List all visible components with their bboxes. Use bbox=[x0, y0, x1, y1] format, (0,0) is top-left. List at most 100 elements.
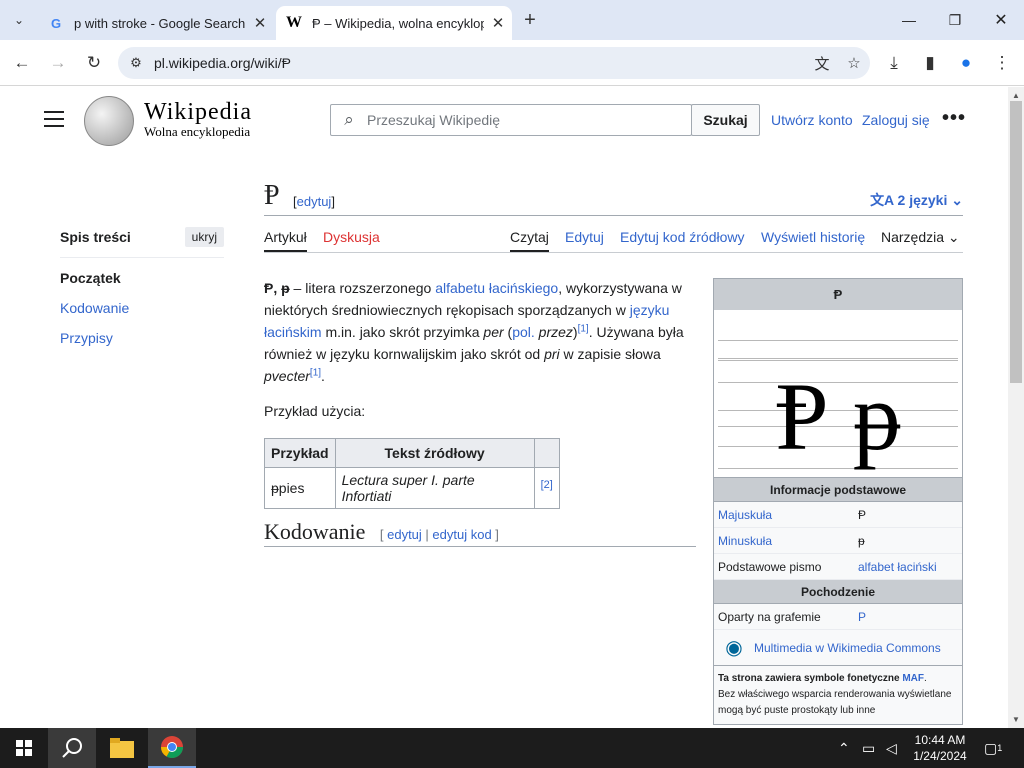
section-edit: [ edytuj | edytuj kod ] bbox=[380, 527, 499, 542]
tab-read[interactable]: Czytaj bbox=[510, 229, 549, 252]
lowercase-link[interactable]: Minuskuła bbox=[718, 534, 772, 548]
menu-button[interactable]: ⋮ bbox=[988, 49, 1016, 77]
usage-label: Przykład użycia: bbox=[264, 403, 366, 419]
downloads-button[interactable]: ⤓ bbox=[880, 49, 908, 77]
search-button[interactable]: Szukaj bbox=[691, 104, 760, 136]
scroll-up-icon[interactable]: ▲ bbox=[1008, 91, 1024, 100]
clock-time: 10:44 AM bbox=[914, 733, 966, 747]
search-input[interactable]: ⌕ Przeszukaj Wikipedię bbox=[330, 104, 692, 136]
tab-discussion[interactable]: Dyskusja bbox=[323, 229, 380, 245]
scroll-thumb[interactable] bbox=[1010, 101, 1022, 383]
ipa-link[interactable]: MAF bbox=[902, 673, 924, 684]
close-tab-icon[interactable]: ✕ bbox=[484, 14, 512, 32]
scroll-down-icon[interactable]: ▼ bbox=[1008, 715, 1024, 724]
more-options-icon[interactable]: ••• bbox=[942, 107, 966, 130]
intro-text: m.in. jako skrót przyimka bbox=[321, 324, 484, 340]
back-button[interactable]: ← bbox=[8, 49, 36, 77]
side-panel-icon: ▮ bbox=[925, 53, 935, 72]
tab-history[interactable]: Wyświetl historię bbox=[761, 229, 865, 245]
back-arrow-icon: ← bbox=[13, 53, 31, 72]
uppercase-link[interactable]: Majuskuła bbox=[718, 508, 772, 522]
start-button[interactable] bbox=[0, 728, 48, 768]
bookmark-star-icon[interactable]: ☆ bbox=[838, 54, 870, 72]
create-account-link[interactable]: Utwórz konto bbox=[771, 112, 853, 128]
commons-link[interactable]: Multimedia w Wikimedia Commons bbox=[754, 641, 941, 655]
intro-paragraph: Ᵽ, ᵽ – litera rozszerzonego alfabetu łac… bbox=[264, 277, 698, 387]
file-explorer-button[interactable] bbox=[98, 728, 146, 768]
reference-1-link[interactable]: [1] bbox=[578, 323, 589, 334]
maximize-button[interactable]: ❐ bbox=[932, 0, 978, 40]
close-tab-icon[interactable]: ✕ bbox=[246, 14, 274, 32]
google-icon: G bbox=[50, 15, 62, 31]
tab-google-search[interactable]: G p with stroke - Google Search ✕ bbox=[38, 6, 274, 40]
site-info-icon[interactable]: ⚙ bbox=[118, 55, 154, 71]
minimize-button[interactable]: — bbox=[886, 0, 932, 40]
language-count: 2 języki bbox=[897, 192, 948, 208]
chrome-icon bbox=[161, 736, 183, 758]
tab-tools[interactable]: Narzędzia ⌄ bbox=[881, 229, 960, 246]
network-icon[interactable]: ▭ bbox=[862, 728, 875, 768]
tab-wikipedia[interactable]: W Ᵽ – Wikipedia, wolna encyklopedia ✕ bbox=[276, 6, 512, 40]
infobox-title: Ᵽ bbox=[714, 279, 962, 310]
taskbar-search-button[interactable] bbox=[48, 728, 96, 768]
tab-search-button[interactable]: ⌄ bbox=[6, 8, 32, 32]
language-button[interactable]: 文A 2 języki ⌄ bbox=[870, 190, 963, 210]
forward-button[interactable]: → bbox=[44, 49, 72, 77]
volume-icon[interactable]: ◁ bbox=[886, 728, 897, 768]
section-edit-link[interactable]: edytuj bbox=[387, 527, 422, 542]
tab-edit[interactable]: Edytuj bbox=[565, 229, 604, 245]
address-url[interactable]: pl.wikipedia.org/wiki/Ᵽ bbox=[154, 55, 806, 71]
toc-hide-button[interactable]: ukryj bbox=[184, 227, 224, 247]
article-heading: Ᵽ [edytuj] 文A 2 języki ⌄ bbox=[264, 180, 963, 216]
search-icon bbox=[62, 738, 82, 758]
commons-row: ◉ Multimedia w Wikimedia Commons bbox=[714, 630, 962, 666]
infobox-value: Ᵽ bbox=[858, 507, 867, 522]
chevron-down-icon: ⌄ bbox=[13, 13, 25, 27]
new-tab-button[interactable]: + bbox=[518, 9, 542, 33]
notifications-button[interactable]: ▢ 1 bbox=[984, 728, 1002, 768]
kebab-menu-icon: ⋮ bbox=[993, 53, 1011, 72]
intro-text: ( bbox=[503, 324, 513, 340]
intro-italic: pvecter bbox=[264, 368, 310, 384]
infobox-key: Podstawowe pismo bbox=[718, 559, 822, 574]
show-hidden-icons[interactable]: ⌃ bbox=[838, 728, 850, 768]
taskbar-clock[interactable]: 10:44 AM 1/24/2024 bbox=[908, 732, 972, 764]
toc-item-references[interactable]: Przypisy bbox=[60, 330, 224, 346]
close-window-button[interactable]: ✕ bbox=[978, 0, 1024, 40]
infobox-value: ᵽ bbox=[858, 533, 865, 548]
table-header: Przykład bbox=[264, 438, 336, 468]
wikipedia-globe-logo[interactable] bbox=[84, 96, 134, 146]
reload-icon: ↻ bbox=[86, 53, 102, 72]
infobox-row: Podstawowe pismo alfabet łaciński bbox=[714, 554, 962, 580]
toc-item-encoding[interactable]: Kodowanie bbox=[60, 300, 224, 316]
latin-alphabet-link[interactable]: alfabetu łacińskiego bbox=[435, 280, 558, 296]
grapheme-p-link[interactable]: P bbox=[858, 610, 866, 624]
latin-alphabet-link[interactable]: alfabet łaciński bbox=[858, 560, 937, 574]
address-bar[interactable]: ⚙ pl.wikipedia.org/wiki/Ᵽ 文 ☆ bbox=[118, 47, 870, 79]
translate-icon[interactable]: 文 bbox=[806, 53, 838, 74]
letter-image[interactable]: Ᵽ ᵽ bbox=[714, 310, 962, 478]
section-edit-source-link[interactable]: edytuj kod bbox=[432, 527, 491, 542]
infobox-key: Oparty na grafemie bbox=[718, 609, 821, 624]
tab-edit-source[interactable]: Edytuj kod źródłowy bbox=[620, 229, 745, 245]
tab-article[interactable]: Artykuł bbox=[264, 229, 307, 252]
wordmark-text: Wikipedia bbox=[144, 99, 252, 125]
chrome-taskbar-button[interactable] bbox=[148, 728, 196, 768]
page-scrollbar[interactable]: ▲ ▼ bbox=[1008, 87, 1024, 728]
letter-glyph: Ᵽ ᵽ bbox=[775, 363, 901, 470]
toc-item-start[interactable]: Początek bbox=[60, 270, 224, 286]
main-menu-button[interactable] bbox=[44, 111, 64, 127]
wikipedia-wordmark[interactable]: Wikipedia Wolna encyklopedia bbox=[144, 99, 252, 140]
tools-label: Narzędzia bbox=[881, 229, 945, 245]
side-panel-button[interactable]: ▮ bbox=[916, 49, 944, 77]
profile-button[interactable]: ● bbox=[952, 49, 980, 77]
reload-button[interactable]: ↻ bbox=[80, 49, 108, 77]
reference-2-link[interactable]: [2] bbox=[541, 479, 553, 491]
login-link[interactable]: Zaloguj się bbox=[862, 112, 930, 128]
reference-1-link[interactable]: [1] bbox=[310, 367, 321, 378]
polish-link[interactable]: pol. bbox=[512, 324, 535, 340]
title-edit-link[interactable]: edytuj bbox=[297, 194, 332, 209]
wikipedia-icon: W bbox=[286, 14, 302, 31]
tagline: Wolna encyklopedia bbox=[144, 124, 251, 139]
language-icon: 文A bbox=[870, 192, 898, 208]
